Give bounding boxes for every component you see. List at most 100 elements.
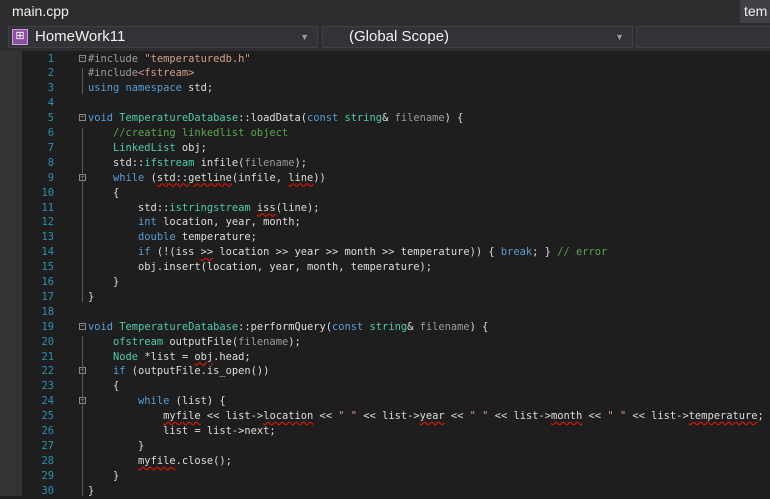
code-line[interactable]: 1 − #include "temperaturedb.h" [0,52,770,67]
code-token: temperature; [175,231,257,244]
code-token: << list-> [357,410,420,423]
line-number: 14 [41,246,54,259]
code-text: if (outputFile.is_open()) [88,364,269,379]
code-line[interactable]: 20 ofstream outputFile(filename); [0,335,770,350]
code-line[interactable]: 7 LinkedList obj; [0,141,770,156]
code-token: { [88,380,120,393]
code-line[interactable]: 6 //creating linkedlist object [0,126,770,141]
code-token: //creating linkedlist object [113,127,289,139]
code-token: .head; [213,350,251,363]
member-dropdown[interactable] [636,26,770,48]
code-token: } [88,276,120,288]
code-line[interactable]: 4 [0,96,770,111]
code-token: myfile [163,410,201,423]
code-text: myfile << list->location << " " << list-… [88,409,764,424]
code-token: (infile, [231,171,289,184]
chevron-down-icon: ▼ [615,32,624,42]
code-token: void [88,112,114,125]
code-line[interactable]: 24− while (list) { [0,394,770,409]
code-line[interactable]: 29 } [0,469,770,484]
code-text: } [88,469,119,484]
line-number: 18 [41,305,54,318]
code-line[interactable]: 15 obj.insert(location, year, month, tem… [0,260,770,275]
code-token: } [88,484,95,497]
code-line[interactable]: 23 { [0,379,770,394]
line-number: 1 [47,52,54,65]
code-token: } [88,290,95,303]
code-token: list = list->next; [88,425,276,437]
code-line[interactable]: 30} [0,484,770,499]
code-token: Node [113,350,139,363]
project-dropdown[interactable]: ⊞ HomeWork11 ▼ [8,26,318,48]
code-token: void [88,320,114,333]
code-token: ::performQuery( [238,320,332,333]
code-token: ofstream [113,335,164,348]
line-number: 19 [41,320,54,333]
code-token: TemperatureDatabase [119,112,239,125]
code-line[interactable]: 19 − void TemperatureDatabase::performQuer… [0,320,770,335]
code-line[interactable]: 27 } [0,439,770,454]
line-number: 28 [41,454,54,467]
code-line[interactable]: 13 double temperature; [0,230,770,245]
line-number: 7 [47,141,54,154]
code-line[interactable]: 21 Node *list = obj.head; [0,350,770,365]
code-text: std::ifstream infile(filename); [88,156,307,171]
code-token: location >> year >> month >> temperature… [213,246,501,259]
line-number: 11 [41,201,54,214]
code-token: .close(); [175,454,232,467]
code-token: #include [88,52,145,65]
code-token: { [88,186,120,199]
code-line[interactable]: 26 list = list->next; [0,424,770,439]
code-line[interactable]: 17} [0,290,770,305]
code-token: break [500,246,533,259]
line-number: 13 [41,231,54,244]
line-number: 16 [41,276,54,288]
code-line[interactable]: 14 if (!(iss >> location >> year >> mont… [0,245,770,260]
tab-main-cpp[interactable]: main.cpp [0,0,737,23]
code-token: >> [200,246,214,259]
code-editor[interactable]: 1− #include "temperaturedb.h" 2 #include<fs… [0,51,770,499]
code-line[interactable]: 22− if (outputFile.is_open()) [0,364,770,379]
code-token: "temperaturedb.h" [144,52,251,65]
code-line[interactable]: 10 { [0,186,770,201]
tab-bar: main.cpp tem [0,0,770,23]
line-number: 24 [41,395,54,408]
code-line[interactable]: 9− while (std::getline(infile, line)) [0,171,770,186]
code-line[interactable]: 28 myfile.close(); [0,454,770,469]
scope-dropdown[interactable]: (Global Scope) ▼ [322,26,633,48]
code-token: #include [88,67,139,80]
line-number: 9 [47,171,54,184]
code-text: while (std::getline(infile, line)) [88,171,326,186]
code-line[interactable]: 25 myfile << list->location << " " << li… [0,409,770,424]
code-line[interactable]: 8 std::ifstream infile(filename); [0,156,770,171]
code-token: ::loadData( [238,112,307,125]
line-number: 12 [41,216,54,229]
code-token: outputFile( [163,335,239,348]
code-text: #include<fstream> [88,66,194,81]
line-number: 29 [41,469,54,482]
code-text: //creating linkedlist object [88,126,288,141]
code-line[interactable]: 5 − void TemperatureDatabase::loadData(con… [0,111,770,126]
collapse-icon[interactable]: − [79,114,86,122]
tab-temperaturedb[interactable]: tem [740,0,770,23]
fold-guide [82,187,83,288]
code-line[interactable]: 11 std::istringstream iss(line); [0,201,770,216]
code-line[interactable]: 16 } [0,275,770,290]
code-text: double temperature; [88,230,257,245]
line-number: 2 [47,67,54,80]
code-text: #include "temperaturedb.h" [88,52,251,67]
code-token: const [332,320,364,333]
collapse-icon[interactable]: − [79,322,86,330]
code-line[interactable]: 2 #include<fstream> [0,66,770,81]
chevron-down-icon: ▼ [300,32,309,42]
code-text: Node *list = obj.head; [88,350,251,365]
collapse-icon[interactable]: − [79,54,86,62]
code-line[interactable]: 18 [0,305,770,320]
code-text: } [88,439,144,454]
code-line[interactable]: 3 using namespace std; [0,81,770,96]
code-line[interactable]: 12 int location, year, month; [0,215,770,230]
code-token: ) { [469,320,489,333]
